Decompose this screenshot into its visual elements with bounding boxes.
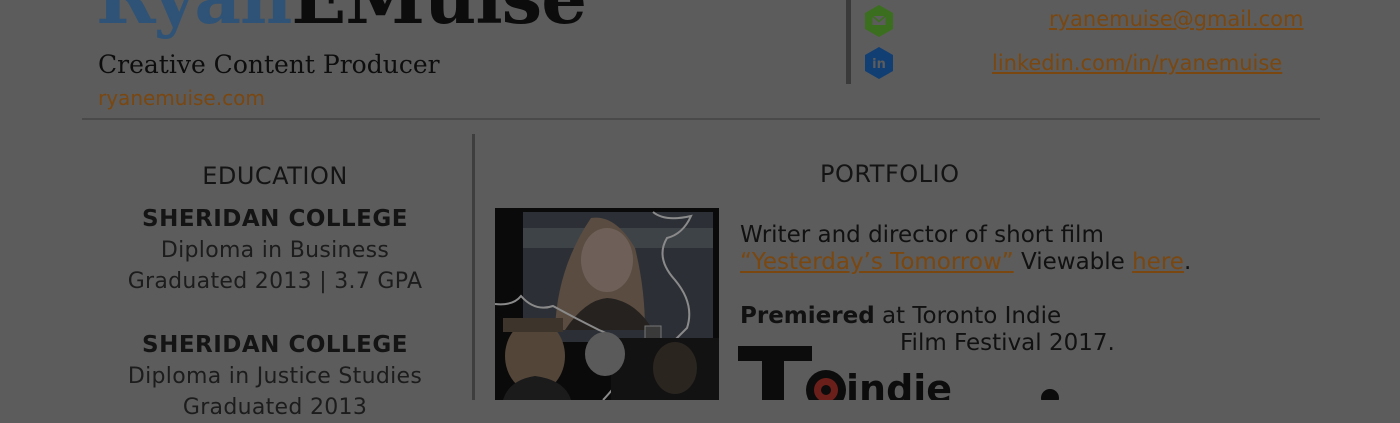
education-heading: EDUCATION <box>202 162 348 190</box>
festival-logo: indie <box>738 346 1059 400</box>
viewable-text: Viewable <box>1013 249 1133 275</box>
portfolio-heading: PORTFOLIO <box>820 160 960 188</box>
logo-text: indie <box>846 367 952 400</box>
premiered-label: Premiered <box>740 303 875 329</box>
program-name: Diploma in Business <box>160 238 390 263</box>
education-entry: SHERIDAN COLLEGE Diploma in Justice Stud… <box>90 329 460 423</box>
premiere-line: Premiered at Toronto Indie <box>740 303 1061 329</box>
svg-text:in: in <box>872 57 886 72</box>
school-name: SHERIDAN COLLEGE <box>142 206 408 232</box>
email-link[interactable]: ryanemuise@gmail.com <box>1049 7 1303 31</box>
graduation-details: Graduated 2013 <box>182 395 368 420</box>
website-link[interactable]: ryanemuise.com <box>98 86 265 110</box>
film-title-link[interactable]: “Yesterday’s Tomorrow” <box>740 249 1014 275</box>
linkedin-icon: in <box>865 47 893 79</box>
graduation-details: Graduated 2013 | 3.7 GPA <box>127 269 423 294</box>
school-name: SHERIDAN COLLEGE <box>142 332 408 358</box>
column-divider <box>472 134 475 400</box>
job-title: Creative Content Producer <box>98 50 440 79</box>
name-heading: RyanEMuise <box>96 0 587 34</box>
last-name: EMuise <box>291 0 587 40</box>
period-text: . <box>1183 249 1192 275</box>
header-rule <box>82 118 1320 120</box>
first-name: Ryan <box>96 0 292 40</box>
envelope-icon <box>865 5 893 37</box>
collage-image <box>495 208 719 400</box>
header-divider <box>846 0 851 84</box>
portfolio-description: Writer and director of short film <box>740 222 1104 248</box>
resume-page: RyanEMuise Creative Content Producer rya… <box>0 0 1400 420</box>
linkedin-link[interactable]: linkedin.com/in/ryanemuise <box>992 51 1282 75</box>
film-still-collage <box>495 208 719 400</box>
here-link[interactable]: here <box>1132 249 1184 275</box>
film-line: “Yesterday’s Tomorrow” Viewable here. <box>740 249 1191 275</box>
premiere-venue: at Toronto Indie <box>874 303 1062 329</box>
education-entry: SHERIDAN COLLEGE Diploma in Business Gra… <box>90 203 460 297</box>
program-name: Diploma in Justice Studies <box>127 364 423 389</box>
